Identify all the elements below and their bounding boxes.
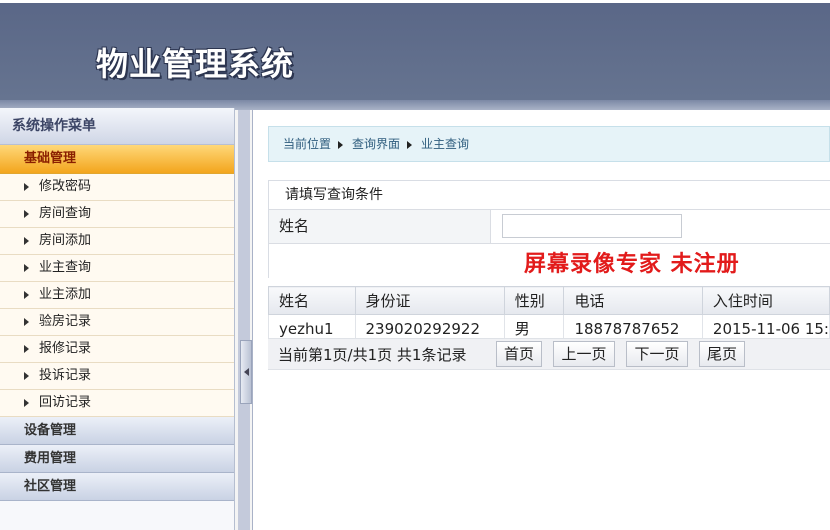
sidebar-item-complaint[interactable]: 投诉记录 — [0, 363, 234, 390]
sidebar-item-owner-add[interactable]: 业主添加 — [0, 282, 234, 309]
prev-page-button[interactable]: 上一页 — [553, 341, 615, 367]
triangle-left-icon — [244, 368, 249, 376]
sidebar-item-repair[interactable]: 报修记录 — [0, 336, 234, 363]
triangle-right-icon — [24, 209, 29, 218]
triangle-right-icon — [24, 398, 29, 407]
collapse-sidebar-handle[interactable] — [240, 340, 252, 404]
column-header-id-card: 身份证 — [354, 286, 505, 315]
sidebar: 系统操作菜单 基础管理 修改密码 房间查询 房间添加 业主查询 业主添加 验房记… — [0, 108, 235, 530]
query-row-name: 姓名 — [269, 209, 830, 244]
sidebar-item-label: 投诉记录 — [39, 368, 92, 383]
menu-group-fees[interactable]: 费用管理 — [0, 445, 234, 473]
triangle-right-icon — [24, 236, 29, 245]
breadcrumb-item[interactable]: 当前位置 — [283, 137, 331, 151]
last-page-button[interactable]: 尾页 — [699, 341, 745, 367]
sidebar-item-room-query[interactable]: 房间查询 — [0, 201, 234, 228]
triangle-right-icon — [24, 317, 29, 326]
menu-group-basic[interactable]: 基础管理 — [0, 145, 234, 174]
sidebar-item-label: 房间添加 — [39, 233, 92, 248]
breadcrumb: 当前位置 查询界面 业主查询 — [268, 126, 830, 162]
sidebar-item-inspection[interactable]: 验房记录 — [0, 309, 234, 336]
sidebar-item-label: 修改密码 — [39, 179, 92, 194]
menu-group-community[interactable]: 社区管理 — [0, 473, 234, 501]
sidebar-item-label: 验房记录 — [39, 314, 92, 329]
sidebar-item-callback[interactable]: 回访记录 — [0, 390, 234, 417]
sidebar-item-label: 回访记录 — [39, 395, 92, 410]
name-label: 姓名 — [269, 210, 491, 243]
pagination-bar: 当前第1页/共1页 共1条记录 首页 上一页 下一页 尾页 — [268, 338, 830, 370]
owner-table: 姓名 身份证 性别 电话 入住时间 yezhu1 239020292922 男 … — [268, 286, 830, 343]
watermark-text: 屏幕录像专家 未注册 — [524, 251, 740, 277]
query-form-title: 请填写查询条件 — [285, 187, 383, 203]
sidebar-item-room-add[interactable]: 房间添加 — [0, 228, 234, 255]
column-header-phone: 电话 — [563, 286, 703, 315]
triangle-right-icon — [24, 290, 29, 299]
sidebar-title: 系统操作菜单 — [0, 108, 234, 145]
breadcrumb-item[interactable]: 业主查询 — [421, 137, 469, 151]
breadcrumb-item[interactable]: 查询界面 — [352, 137, 400, 151]
sidebar-item-label: 报修记录 — [39, 341, 92, 356]
column-header-name: 姓名 — [268, 286, 356, 315]
triangle-right-icon — [24, 344, 29, 353]
triangle-right-icon — [24, 182, 29, 191]
column-header-gender: 性别 — [503, 286, 565, 315]
triangle-right-icon — [407, 140, 413, 149]
column-header-checkin-time: 入住时间 — [701, 286, 830, 315]
triangle-right-icon — [338, 140, 344, 149]
app-header: 物业管理系统 — [0, 0, 830, 100]
table-header-row: 姓名 身份证 性别 电话 入住时间 — [268, 286, 830, 315]
sidebar-item-label: 业主添加 — [39, 287, 92, 302]
triangle-right-icon — [24, 371, 29, 380]
next-page-button[interactable]: 下一页 — [626, 341, 688, 367]
pagination-info: 当前第1页/共1页 共1条记录 — [278, 346, 467, 364]
sidebar-item-owner-query[interactable]: 业主查询 — [0, 255, 234, 282]
name-input[interactable] — [502, 214, 682, 238]
sidebar-item-label: 房间查询 — [39, 206, 92, 221]
sidebar-item-label: 业主查询 — [39, 260, 92, 275]
first-page-button[interactable]: 首页 — [496, 341, 542, 367]
splitter-bar — [238, 110, 250, 530]
sidebar-item-change-password[interactable]: 修改密码 — [0, 174, 234, 201]
triangle-right-icon — [24, 263, 29, 272]
menu-group-equipment[interactable]: 设备管理 — [0, 417, 234, 445]
app-title: 物业管理系统 — [96, 45, 295, 83]
